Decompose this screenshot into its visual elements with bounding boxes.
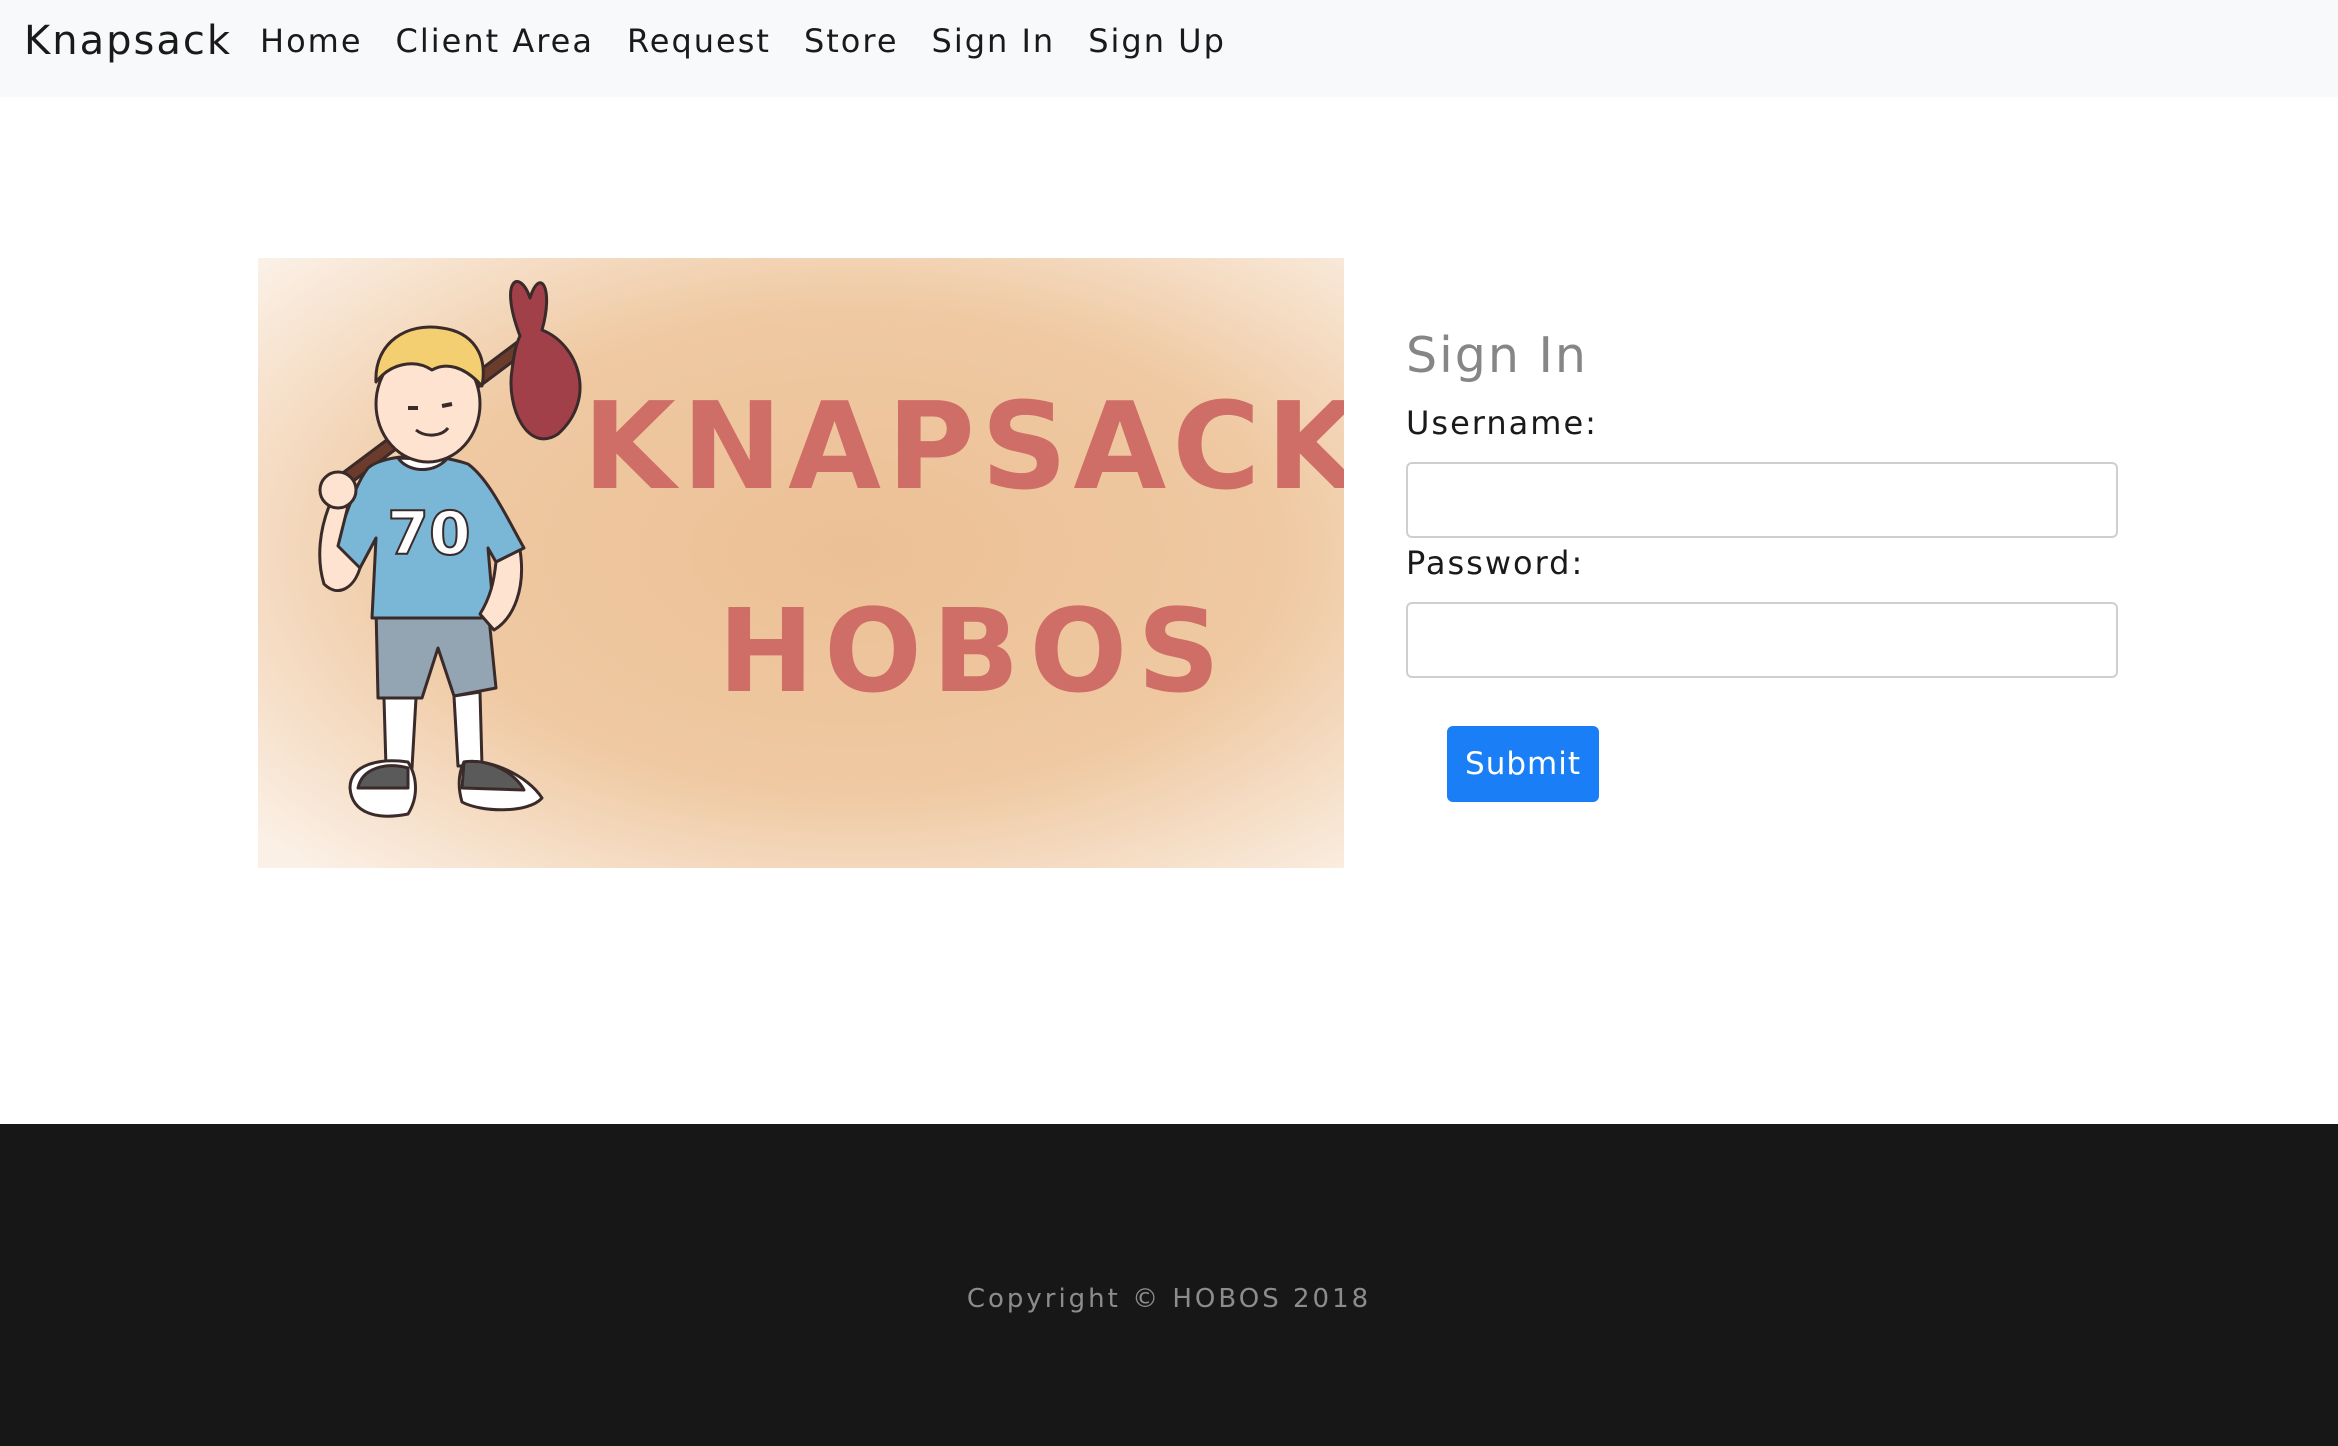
hero-illustration: 70 KNAPSACK HOBOS xyxy=(258,258,1344,868)
password-label: Password: xyxy=(1406,544,1585,582)
password-field-wrapper xyxy=(1406,602,2118,678)
copyright-text: Copyright © HOBOS 2018 xyxy=(966,1284,1372,1314)
submit-button[interactable]: Submit xyxy=(1447,726,1599,802)
hero-title-line2: HOBOS xyxy=(718,585,1230,719)
nav-request-link[interactable]: Request xyxy=(627,18,771,64)
sign-in-title: Sign In xyxy=(1406,327,1588,384)
nav-home-link[interactable]: Home xyxy=(260,18,363,64)
nav-sign-up-link[interactable]: Sign Up xyxy=(1088,18,1226,64)
nav-sign-in-link[interactable]: Sign In xyxy=(932,18,1056,64)
username-field-wrapper xyxy=(1406,462,2118,538)
username-label: Username: xyxy=(1406,404,1598,442)
nav-store-link[interactable]: Store xyxy=(804,18,899,64)
username-input[interactable] xyxy=(1406,462,2118,538)
navbar: Knapsack Home Client Area Request Store … xyxy=(0,0,2338,97)
sign-in-form: Sign In Username: Password: Submit xyxy=(1406,320,2118,802)
password-input[interactable] xyxy=(1406,602,2118,678)
hero-title-line1: KNAPSACK xyxy=(583,378,1344,517)
shirt-number: 70 xyxy=(387,499,471,569)
nav-links: Home Client Area Request Store Sign In S… xyxy=(260,18,1226,64)
footer: Copyright © HOBOS 2018 xyxy=(0,1124,2338,1446)
hero-banner-image: 70 KNAPSACK HOBOS xyxy=(258,258,1344,868)
nav-client-area-link[interactable]: Client Area xyxy=(396,18,594,64)
brand-link[interactable]: Knapsack xyxy=(24,14,232,68)
